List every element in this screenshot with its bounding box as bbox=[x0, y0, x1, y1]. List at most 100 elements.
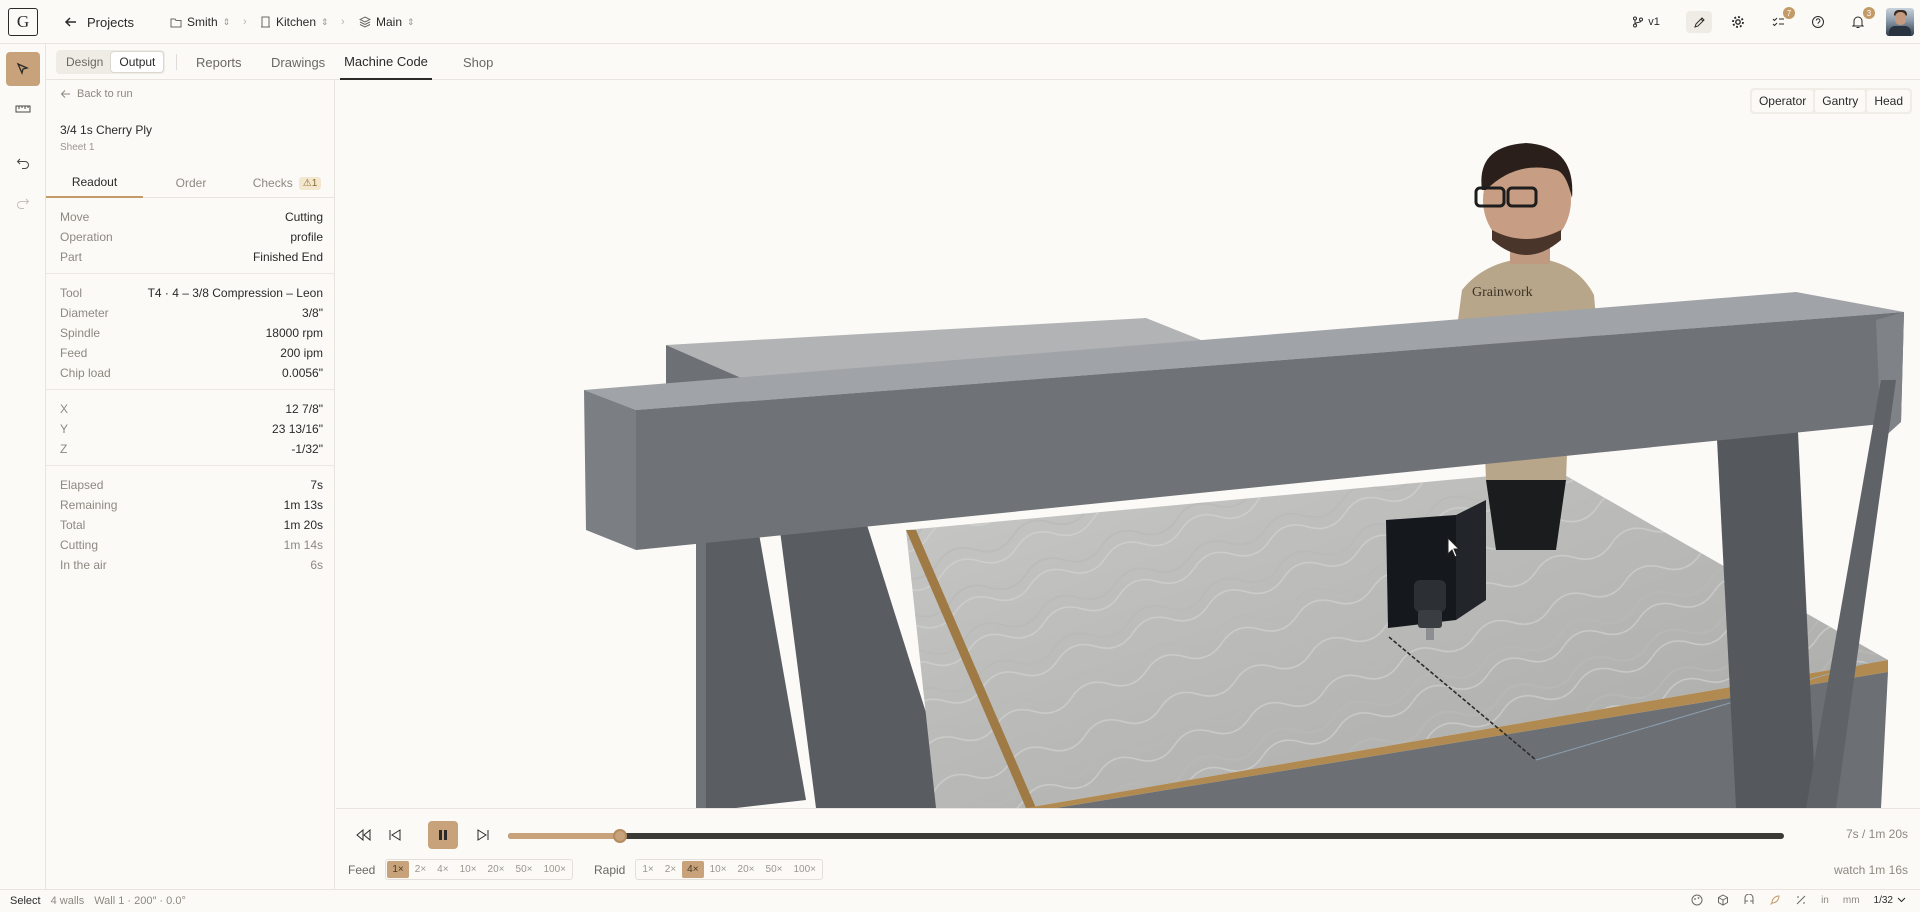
top-bar: G Projects Smith ⇕ › Kitchen ⇕ › Main ⇕ … bbox=[0, 0, 1920, 44]
snap-icon[interactable] bbox=[1743, 894, 1755, 906]
row-value: Cutting bbox=[284, 210, 323, 224]
feed-speed-option[interactable]: 2× bbox=[410, 861, 431, 878]
back-to-run-link[interactable]: Back to run bbox=[60, 88, 133, 100]
precision-select[interactable]: 1/32 bbox=[1874, 895, 1906, 906]
material-title: 3/4 1s Cherry Ply bbox=[60, 123, 153, 137]
skip-forward-icon bbox=[477, 829, 490, 841]
breadcrumb-room[interactable]: Kitchen ⇕ bbox=[260, 12, 329, 32]
undo-button[interactable] bbox=[6, 146, 40, 180]
select-tool-button[interactable] bbox=[6, 52, 40, 86]
readout-row: Move Cutting bbox=[46, 206, 335, 226]
rapid-speed-option[interactable]: 100× bbox=[788, 861, 821, 878]
arrow-left-icon bbox=[60, 89, 71, 99]
breadcrumb-separator: › bbox=[243, 16, 247, 28]
timeline-handle[interactable] bbox=[612, 829, 627, 843]
warning-icon: ⚠ bbox=[302, 177, 312, 189]
rapid-speed-option[interactable]: 20× bbox=[733, 861, 760, 878]
notifications-button[interactable]: 3 bbox=[1847, 7, 1875, 33]
feed-speed-option[interactable]: 10× bbox=[455, 861, 482, 878]
timeline-progress bbox=[508, 833, 620, 839]
breadcrumb-client[interactable]: Smith ⇕ bbox=[170, 12, 230, 32]
back-to-run-label: Back to run bbox=[77, 88, 133, 100]
feed-speed-option[interactable]: 20× bbox=[483, 861, 510, 878]
feed-speed-option[interactable]: 100× bbox=[538, 861, 571, 878]
rapid-speed-option[interactable]: 1× bbox=[637, 861, 658, 878]
tool-section: Tool T4 · 4 – 3/8 Compression – Leon Diam… bbox=[46, 282, 335, 390]
row-label: Tool bbox=[60, 286, 83, 300]
operator-view-button[interactable]: Operator bbox=[1751, 90, 1814, 112]
timeline-scrubber[interactable] bbox=[508, 829, 1784, 843]
redo-button[interactable] bbox=[6, 186, 40, 220]
feed-speed-options: 1× 2× 4× 10× 20× 50× 100× bbox=[385, 859, 574, 880]
cnc-scene: Grainwork bbox=[584, 143, 1904, 808]
output-toggle-button[interactable]: Output bbox=[111, 52, 164, 72]
measure-tool-button[interactable] bbox=[6, 92, 40, 126]
gantry-view-button[interactable]: Gantry bbox=[1815, 90, 1866, 112]
avatar[interactable] bbox=[1886, 8, 1914, 36]
unit-mm-toggle[interactable]: mm bbox=[1843, 895, 1860, 906]
row-label: Total bbox=[60, 518, 86, 532]
palette-icon[interactable] bbox=[1691, 894, 1703, 906]
unit-inch-toggle[interactable]: in bbox=[1821, 895, 1829, 906]
settings-button[interactable] bbox=[1727, 11, 1749, 33]
machine-3d-viewport[interactable]: Grainwork Operator Gantry Head bbox=[336, 80, 1920, 808]
tab-machine-code[interactable]: Machine Code bbox=[340, 44, 432, 80]
status-right: in mm 1/32 bbox=[1691, 894, 1906, 906]
row-label: In the air bbox=[60, 558, 107, 572]
layers-icon bbox=[359, 16, 371, 28]
tab-reports[interactable]: Reports bbox=[196, 44, 242, 80]
status-wall-info: Wall 1 · 200″ · 0.0° bbox=[94, 895, 186, 907]
row-label: Part bbox=[60, 250, 83, 264]
breadcrumb-branch[interactable]: Main ⇕ bbox=[359, 12, 415, 32]
readout-row: Y 23 13/16" bbox=[46, 418, 335, 438]
notifications-badge: 3 bbox=[1863, 7, 1875, 19]
pause-button[interactable] bbox=[428, 821, 458, 849]
edit-mode-button[interactable] bbox=[1686, 11, 1712, 33]
rapid-speed-option[interactable]: 4× bbox=[682, 861, 704, 878]
watch-duration: watch 1m 16s bbox=[1833, 863, 1908, 877]
feed-speed-option[interactable]: 1× bbox=[387, 861, 409, 878]
tasks-button[interactable]: 7 bbox=[1767, 7, 1795, 33]
help-button[interactable] bbox=[1807, 11, 1829, 33]
redo-icon bbox=[16, 196, 30, 210]
tab-checks[interactable]: Checks ⚠1 bbox=[239, 168, 335, 198]
row-value: 1m 20s bbox=[283, 518, 323, 532]
feed-speed-option[interactable]: 50× bbox=[511, 861, 538, 878]
tab-readout[interactable]: Readout bbox=[46, 168, 143, 198]
app-logo[interactable]: G bbox=[8, 8, 38, 36]
row-label: Feed bbox=[60, 346, 88, 360]
row-value: T4 · 4 – 3/8 Compression – Leon bbox=[147, 286, 323, 300]
design-toggle-button[interactable]: Design bbox=[58, 52, 111, 72]
step-forward-button[interactable] bbox=[468, 821, 498, 849]
row-value: Finished End bbox=[252, 250, 323, 264]
rapid-speed-option[interactable]: 10× bbox=[705, 861, 732, 878]
cube-icon[interactable] bbox=[1717, 894, 1729, 906]
version-button[interactable]: v1 bbox=[1624, 11, 1668, 33]
rapid-speed-option[interactable]: 2× bbox=[660, 861, 681, 878]
readout-row: Operation profile bbox=[46, 226, 335, 246]
tasks-badge: 7 bbox=[1783, 7, 1795, 19]
tab-order[interactable]: Order bbox=[143, 168, 239, 198]
row-value: profile bbox=[290, 230, 323, 244]
tab-drawings[interactable]: Drawings bbox=[271, 44, 325, 80]
precision-value: 1/32 bbox=[1873, 894, 1893, 906]
undo-icon bbox=[16, 156, 30, 170]
position-section: X 12 7/8" Y 23 13/16" Z -1/32" bbox=[46, 398, 335, 466]
feed-speed-option[interactable]: 4× bbox=[432, 861, 453, 878]
rocket-icon[interactable] bbox=[1769, 894, 1781, 906]
row-value: 7s bbox=[310, 478, 323, 492]
row-value: -1/32" bbox=[291, 442, 323, 456]
rapid-label: Rapid bbox=[594, 862, 626, 877]
rewind-button[interactable] bbox=[348, 821, 378, 849]
rapid-speed-option[interactable]: 50× bbox=[761, 861, 788, 878]
move-section: Move Cutting Operation profile Part Finishe… bbox=[46, 206, 335, 274]
head-view-button[interactable]: Head bbox=[1867, 90, 1910, 112]
time-section: Elapsed 7s Remaining 1m 13s Total 1m 20s Cu… bbox=[46, 474, 335, 574]
back-to-projects-button[interactable]: Projects bbox=[64, 12, 134, 32]
checks-warning-badge: ⚠1 bbox=[298, 176, 322, 190]
fraction-icon[interactable] bbox=[1795, 894, 1807, 906]
divider bbox=[176, 54, 177, 70]
folder-icon bbox=[170, 17, 182, 28]
tab-shop[interactable]: Shop bbox=[463, 44, 493, 80]
step-back-button[interactable] bbox=[379, 821, 409, 849]
